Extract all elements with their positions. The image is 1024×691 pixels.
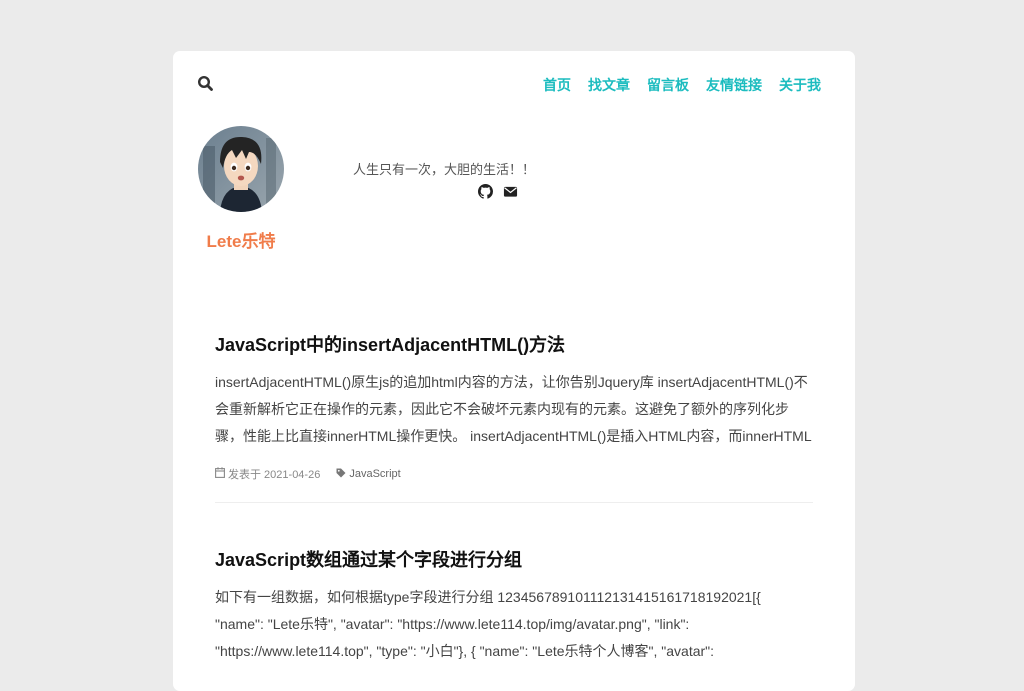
- author-name: Lete乐特: [206, 232, 276, 251]
- post-title[interactable]: JavaScript中的insertAdjacentHTML()方法: [215, 333, 813, 357]
- social-links: [478, 184, 518, 199]
- nav-item-home[interactable]: 首页: [543, 76, 571, 94]
- search-icon[interactable]: [197, 75, 215, 93]
- calendar-icon: [215, 467, 225, 481]
- github-icon[interactable]: [478, 184, 493, 199]
- post-card: JavaScript数组通过某个字段进行分组 如下有一组数据，如何根据type字…: [215, 548, 813, 665]
- avatar[interactable]: [198, 126, 284, 212]
- post-card: JavaScript中的insertAdjacentHTML()方法 inser…: [215, 333, 813, 482]
- post-date-text: 发表于 2021-04-26: [228, 469, 321, 481]
- post-title[interactable]: JavaScript数组通过某个字段进行分组: [215, 548, 813, 572]
- post-meta: 发表于 2021-04-26 JavaScript: [215, 466, 813, 482]
- nav-item-about[interactable]: 关于我: [779, 76, 821, 94]
- nav-item-friend-links[interactable]: 友情链接: [706, 76, 762, 94]
- post-tag-label: JavaScript: [349, 468, 401, 480]
- author-motto: 人生只有一次，大胆的生活！！: [353, 162, 536, 177]
- tag-icon: [336, 468, 346, 481]
- post-date: 发表于 2021-04-26: [215, 466, 320, 482]
- nav-item-guestbook[interactable]: 留言板: [647, 76, 689, 94]
- nav-item-find-articles[interactable]: 找文章: [588, 76, 630, 94]
- post-excerpt: 如下有一组数据，如何根据type字段进行分组 12345678910111213…: [215, 589, 761, 659]
- envelope-icon[interactable]: [503, 184, 518, 199]
- post-excerpt: insertAdjacentHTML()原生js的追加html内容的方法，让你告…: [215, 374, 812, 444]
- post-tag[interactable]: JavaScript: [336, 468, 401, 481]
- top-nav: 首页 找文章 留言板 友情链接 关于我: [543, 76, 821, 94]
- main-card: 首页 找文章 留言板 友情链接 关于我 Lete乐特 人生只有一次，大胆的生活！…: [173, 51, 855, 691]
- post-divider: [215, 502, 813, 503]
